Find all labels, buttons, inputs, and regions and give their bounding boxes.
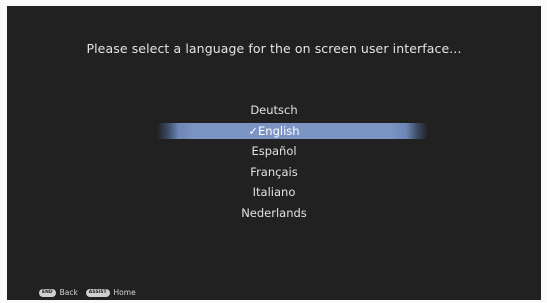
language-option-italiano[interactable]: Italiano: [7, 182, 541, 203]
language-select-screen: Please select a language for the on scre…: [7, 6, 541, 300]
language-option-english[interactable]: ✓English: [7, 121, 541, 142]
page-title: Please select a language for the on scre…: [86, 41, 462, 56]
language-label: Español: [251, 144, 297, 158]
language-list: Deutsch ✓English Español Français Italia…: [7, 100, 541, 223]
end-key-icon: END: [39, 288, 56, 297]
footer-hints: END Back ASSIST Home: [39, 288, 144, 297]
back-hint[interactable]: Back: [60, 288, 78, 297]
assist-key-icon: ASSIST: [85, 288, 110, 297]
language-label: Nederlands: [241, 205, 307, 220]
language-label: Italiano: [252, 185, 296, 199]
language-label: ✓English: [248, 123, 300, 138]
language-option-nederlands[interactable]: Nederlands: [7, 203, 541, 224]
language-label: Français: [250, 164, 298, 179]
home-hint[interactable]: Home: [114, 288, 136, 297]
language-option-francais[interactable]: Français: [7, 162, 541, 183]
language-label: Deutsch: [250, 103, 298, 117]
language-option-espanol[interactable]: Español: [7, 141, 541, 162]
language-option-deutsch[interactable]: Deutsch: [7, 100, 541, 121]
